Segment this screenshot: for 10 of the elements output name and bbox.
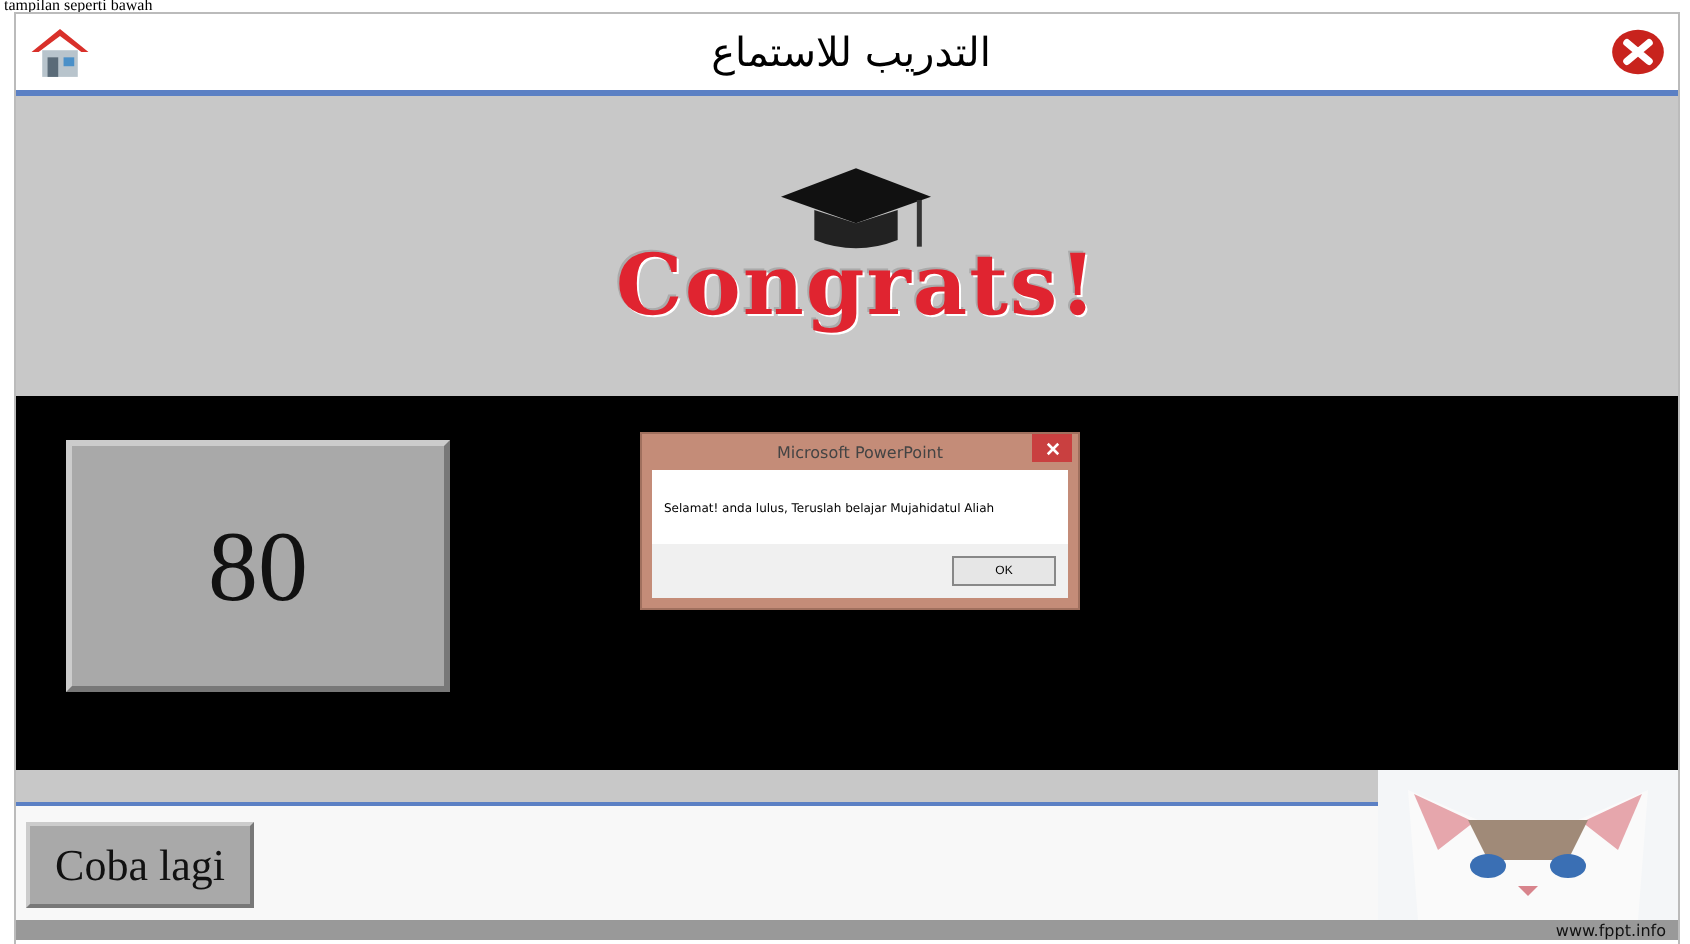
congrats-text: Congrats! <box>615 235 1099 333</box>
dialog-title: Microsoft PowerPoint <box>777 443 943 461</box>
close-icon <box>1045 441 1059 455</box>
close-button[interactable] <box>1032 434 1072 462</box>
score-display: 80 <box>66 440 450 692</box>
home-icon[interactable] <box>28 24 92 80</box>
website-text: www.fppt.info <box>1555 921 1666 939</box>
close-icon[interactable] <box>1609 28 1666 76</box>
slide-title: التدريب للاستماع <box>711 28 991 76</box>
retry-button[interactable]: Coba lagi <box>26 822 254 908</box>
